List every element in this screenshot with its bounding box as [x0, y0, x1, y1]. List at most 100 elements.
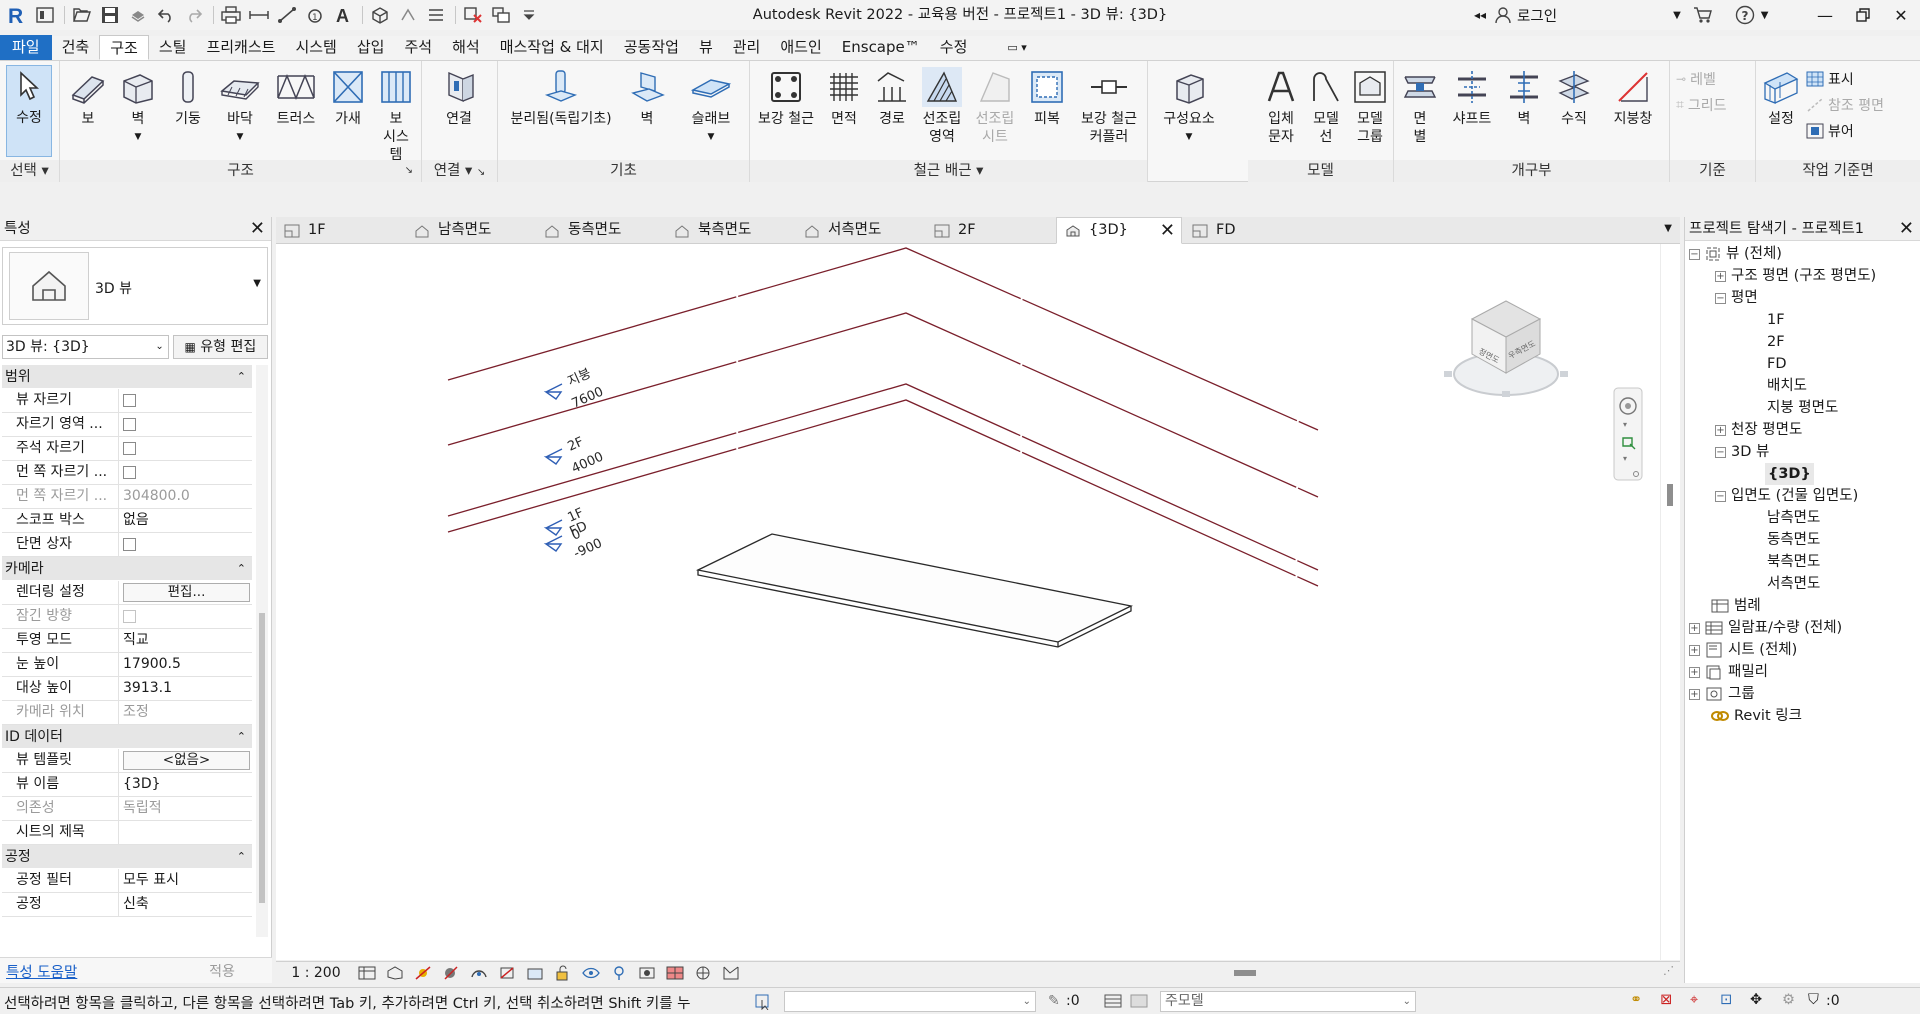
property-value[interactable]: 없음: [119, 509, 252, 532]
worksharing-icon[interactable]: [664, 964, 686, 982]
column-button[interactable]: 기둥: [164, 67, 212, 128]
slab-dropdown-icon[interactable]: ▼: [678, 128, 744, 146]
canvas-vscroll-thumb[interactable]: [1667, 484, 1673, 506]
property-value-button[interactable]: 편집...: [123, 583, 250, 602]
revit-logo-icon[interactable]: R: [4, 2, 30, 28]
wall-dropdown-icon[interactable]: ▼: [114, 128, 162, 146]
tab-view[interactable]: 뷰: [689, 35, 723, 60]
tree-item-site[interactable]: 배치도: [1767, 375, 1807, 397]
property-value[interactable]: [119, 821, 252, 844]
analytical-model-icon[interactable]: [720, 964, 742, 982]
property-value[interactable]: [119, 461, 252, 484]
tab-structure[interactable]: 구조: [99, 35, 149, 60]
crop-view-icon[interactable]: [496, 964, 518, 982]
ref-plane-button[interactable]: 참조 평면: [1806, 95, 1884, 115]
properties-close-icon[interactable]: ✕: [250, 217, 265, 241]
property-group-header[interactable]: 범위 ⌃: [2, 365, 252, 389]
view-tab[interactable]: 서측면도: [796, 217, 924, 244]
tree-node-floor-plans[interactable]: − 평면: [1715, 287, 1758, 309]
slab-foundation-button[interactable]: 슬래브 ▼: [678, 67, 744, 146]
path-rebar-button[interactable]: 경로: [870, 67, 914, 128]
status-dropdown[interactable]: ⌄: [784, 991, 1036, 1012]
tree-node-structural-plans[interactable]: + 구조 평면 (구조 평면도): [1715, 265, 1876, 287]
expand-icon[interactable]: +: [1689, 644, 1700, 656]
select-by-face-icon[interactable]: ⊡: [1720, 992, 1732, 1008]
property-value[interactable]: [119, 389, 252, 412]
shadows-icon[interactable]: [440, 964, 462, 982]
select-links-icon[interactable]: ⚭: [1630, 992, 1642, 1008]
view-tab[interactable]: 2F: [926, 217, 1054, 244]
property-value[interactable]: 편집...: [119, 581, 252, 604]
tree-node-elevations[interactable]: − 입면도 (건물 입면도): [1715, 485, 1858, 507]
collapse-icon[interactable]: −: [1689, 248, 1700, 260]
expand-icon[interactable]: +: [1689, 622, 1700, 634]
fabric-sheet-button[interactable]: 선조립 시트: [970, 67, 1020, 146]
view-tabs-dropdown-icon[interactable]: ▼: [1664, 223, 1672, 234]
show-workplane-button[interactable]: 표시: [1806, 69, 1854, 89]
beam-button[interactable]: 보: [64, 67, 112, 128]
render-dialog-icon[interactable]: [468, 964, 490, 982]
level-button[interactable]: ⊸ 레벨: [1676, 69, 1716, 89]
tree-node-views[interactable]: − 뷰 (전체): [1689, 243, 1782, 265]
switch-windows-icon[interactable]: [488, 2, 514, 28]
expand-icon[interactable]: ◂◂: [1474, 8, 1486, 22]
tree-item-1f[interactable]: 1F: [1767, 309, 1785, 331]
status-select-icon[interactable]: [754, 992, 772, 1010]
tree-item-roof-plan[interactable]: 지붕 평면도: [1767, 397, 1838, 419]
component-button[interactable]: 구성요소 ▼: [1154, 67, 1224, 146]
collapse-icon[interactable]: −: [1715, 292, 1726, 304]
align-dimension-icon[interactable]: [274, 2, 300, 28]
reveal-hidden-icon[interactable]: [608, 964, 630, 982]
tab-steel[interactable]: 스틸: [149, 35, 197, 60]
visual-style-icon[interactable]: [384, 964, 406, 982]
floor-dropdown-icon[interactable]: ▼: [214, 128, 266, 146]
panel-title-reinforcement[interactable]: 철근 배근 ▾: [750, 160, 1147, 182]
panel-title-connection[interactable]: 연결 ▾ ↘: [422, 160, 497, 182]
filter-icon[interactable]: ⛉: [1808, 992, 1819, 1008]
dormer-opening-button[interactable]: 지붕창: [1600, 67, 1666, 128]
property-value[interactable]: <없음>: [119, 749, 252, 772]
save-icon[interactable]: [97, 2, 123, 28]
measure-icon[interactable]: [246, 2, 272, 28]
redo-icon[interactable]: [181, 2, 207, 28]
property-checkbox[interactable]: [123, 466, 136, 479]
property-checkbox[interactable]: [123, 538, 136, 551]
canvas-vertical-scrollbar[interactable]: [1660, 244, 1680, 960]
collapse-group-icon[interactable]: ⌃: [237, 557, 246, 581]
tree-node-groups[interactable]: + 그룹: [1689, 683, 1755, 705]
viewer-button[interactable]: 뷰어: [1806, 121, 1854, 141]
level-name-2f[interactable]: 2F: [566, 435, 586, 455]
properties-scroll-thumb[interactable]: [259, 613, 265, 903]
horizontal-scroll-thumb[interactable]: [1234, 970, 1256, 976]
view-tab[interactable]: {3D} ✕: [1056, 217, 1182, 244]
ribbon-minimize-toggle[interactable]: ▭ ▾: [997, 35, 1036, 60]
expand-icon[interactable]: +: [1689, 688, 1700, 700]
fabric-area-button[interactable]: 선조립 영역: [916, 67, 968, 146]
section-icon[interactable]: [395, 2, 421, 28]
tree-node-revit-links[interactable]: Revit 링크: [1711, 705, 1802, 727]
view-tab[interactable]: 동측면도: [536, 217, 664, 244]
instance-filter-select[interactable]: 3D 뷰: {3D} ⌄: [2, 335, 169, 359]
wall-foundation-button[interactable]: 벽: [622, 67, 672, 128]
login-dropdown-icon[interactable]: ▼: [1673, 10, 1681, 21]
rebar-button[interactable]: 보강 철근: [754, 67, 818, 128]
3d-view-drawing[interactable]: 지붕 7600 2F 4000 1F 0 FD -900 정면도 우측면도 ▾ …: [276, 244, 1660, 960]
detail-level-icon[interactable]: [356, 964, 378, 982]
tab-enscape[interactable]: Enscape™: [832, 35, 930, 60]
apply-button[interactable]: 적용: [180, 961, 264, 981]
properties-scrollbar[interactable]: [256, 365, 268, 937]
floor-button[interactable]: 바닥 ▼: [214, 67, 266, 146]
customize-qat-icon[interactable]: [516, 2, 542, 28]
thin-lines-icon[interactable]: [423, 2, 449, 28]
property-value[interactable]: {3D}: [119, 773, 252, 796]
tab-modify[interactable]: 수정: [930, 35, 978, 60]
tree-item-north[interactable]: 북측면도: [1767, 551, 1820, 573]
property-value[interactable]: 신축: [119, 893, 252, 916]
help-dropdown-icon[interactable]: ▼: [1761, 10, 1769, 21]
property-value[interactable]: [119, 533, 252, 556]
property-group-header[interactable]: 카메라 ⌃: [2, 557, 252, 581]
property-value[interactable]: [119, 413, 252, 436]
worksets-icon[interactable]: [1104, 993, 1122, 1009]
component-dropdown-icon[interactable]: ▼: [1154, 128, 1224, 146]
tree-item-3d-selected[interactable]: {3D}: [1765, 463, 1814, 485]
